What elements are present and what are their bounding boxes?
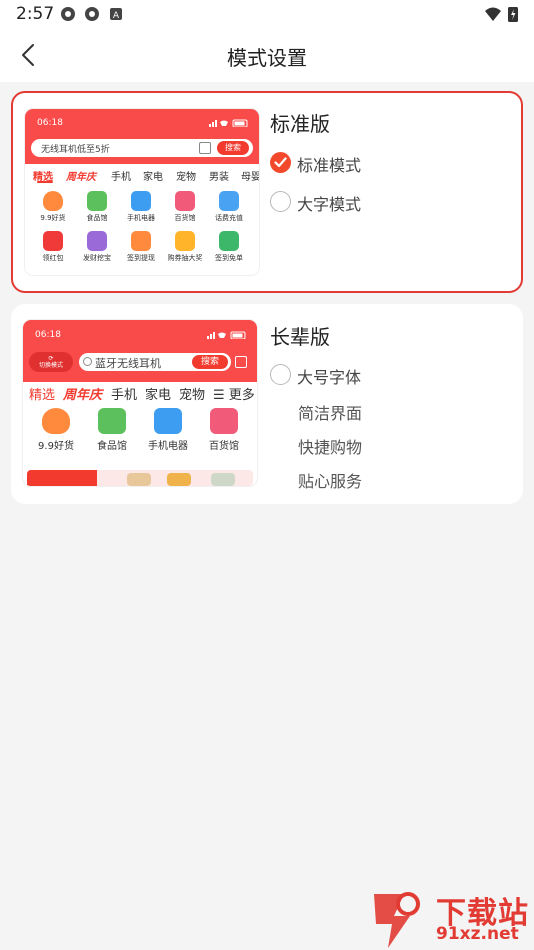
watermark-logo-icon <box>374 892 420 948</box>
signal-battery-icon <box>209 119 248 127</box>
status-time: 2:57 <box>16 4 55 24</box>
elder-feature: 快捷购物 <box>298 438 363 457</box>
preview-tab: 手机 <box>111 172 131 183</box>
checked-radio-icon[interactable] <box>270 152 291 173</box>
preview-grid-item: 百货馆 <box>163 191 207 223</box>
signal-battery-icon <box>207 331 246 339</box>
basket-icon <box>87 191 107 211</box>
preview-grid-item: 9.9好货 <box>31 191 75 223</box>
preview-tab: 周年庆 <box>63 388 103 403</box>
preview-tabs: 精选 周年庆 手机 家电 宠物 男装 母婴 <box>25 165 259 183</box>
preview-search-bar: 无线耳机低至5折 搜索 <box>31 139 253 157</box>
preview-grid-item: 食品馆 <box>75 191 119 223</box>
preview-tab: 手机 <box>111 388 138 403</box>
3c-icon <box>154 408 182 434</box>
recharge-icon <box>219 191 239 211</box>
preview-time: 06:18 <box>37 118 63 128</box>
elder-mode-card[interactable]: 06:18 ⟳ 切换模式 蓝牙无线耳机 搜索 精选 周年庆 手机 家电 宠物 ☰… <box>11 304 523 504</box>
preview-banner <box>27 470 253 486</box>
preview-tab: 宠物 <box>179 388 206 403</box>
3c-icon <box>131 191 151 211</box>
preview-search-button: 搜索 <box>217 141 249 155</box>
preview-grid-item: 签到提现 <box>119 231 163 263</box>
elder-preview-image: 06:18 ⟳ 切换模式 蓝牙无线耳机 搜索 精选 周年庆 手机 家电 宠物 ☰… <box>23 320 257 486</box>
refresh-icon: ⟳ <box>48 355 54 362</box>
preview-grid-item: 手机电器 <box>141 408 195 452</box>
preview-tabs: 精选 周年庆 手机 家电 宠物 ☰ 更多 <box>23 382 257 404</box>
preview-grid-item: 购券抽大奖 <box>163 231 207 263</box>
preview-category-grid: 9.9好货 食品馆 手机电器 百货馆 <box>29 408 251 464</box>
elder-feature: 简洁界面 <box>298 404 363 423</box>
preview-tab: 母婴 <box>241 172 259 183</box>
free-icon <box>219 231 239 251</box>
preview-grid-item: 食品馆 <box>85 408 139 452</box>
a-badge-icon: A <box>110 8 122 21</box>
unchecked-radio-icon[interactable] <box>270 364 291 385</box>
scan-icon <box>235 356 247 368</box>
preview-tab: ☰ 更多 <box>213 388 255 403</box>
scan-icon <box>199 142 211 154</box>
checkin-icon <box>131 231 151 251</box>
preview-tab: 周年庆 <box>66 172 96 183</box>
fire-icon <box>43 191 63 211</box>
preview-tab: 家电 <box>145 388 172 403</box>
standard-mode-title: 标准版 <box>270 112 330 136</box>
page-title: 模式设置 <box>227 46 307 70</box>
basket-icon <box>98 408 126 434</box>
switch-mode-badge: ⟳ 切换模式 <box>29 352 73 372</box>
search-icon <box>83 357 92 366</box>
preview-search-placeholder: 无线耳机低至5折 <box>41 145 110 155</box>
wifi-icon <box>485 7 501 21</box>
app-notification-icon <box>85 7 99 21</box>
preview-tab: 精选 <box>29 388 56 403</box>
preview-search-button: 搜索 <box>192 355 228 369</box>
elder-feature: 贴心服务 <box>298 472 363 491</box>
watermark-url: 91xz.net <box>436 924 519 944</box>
preview-time: 06:18 <box>35 330 61 340</box>
preview-grid-item: 签到免单 <box>207 231 251 263</box>
red-packet-icon <box>43 231 63 251</box>
watermark: 下载站 91xz.net <box>364 886 534 950</box>
preview-grid-item: 9.9好货 <box>29 408 83 452</box>
status-bar: 2:57 A <box>0 0 534 28</box>
preview-tab: 男装 <box>209 172 229 183</box>
shovel-icon <box>87 231 107 251</box>
svg-text:A: A <box>113 11 120 21</box>
preview-grid-item: 发财挖宝 <box>75 231 119 263</box>
coupon-icon <box>175 231 195 251</box>
preview-grid-item: 领红包 <box>31 231 75 263</box>
unchecked-radio-icon[interactable] <box>270 191 291 212</box>
app-notification-icon <box>61 7 75 21</box>
gift-icon <box>210 408 238 434</box>
preview-tab: 家电 <box>143 172 163 183</box>
preview-category-grid: 9.9好货 食品馆 手机电器 百货馆 话费充值 领红包 发财挖宝 签到提现 购券… <box>31 187 253 273</box>
app-bar: 模式设置 <box>0 28 534 82</box>
big-font-option-label: 大号字体 <box>297 368 362 387</box>
gift-icon <box>175 191 195 211</box>
battery-charging-icon <box>508 7 518 22</box>
preview-grid-item: 话费充值 <box>207 191 251 223</box>
preview-search-placeholder: 蓝牙无线耳机 <box>95 357 161 370</box>
preview-tab: 宠物 <box>176 172 196 183</box>
fire-icon <box>42 408 70 434</box>
elder-mode-title: 长辈版 <box>270 325 330 349</box>
standard-mode-option-label: 标准模式 <box>297 156 362 175</box>
standard-mode-card[interactable]: 06:18 无线耳机低至5折 搜索 精选 周年庆 手机 家电 宠物 男装 母婴 … <box>11 91 523 293</box>
preview-search-bar: 蓝牙无线耳机 搜索 <box>79 353 231 371</box>
preview-grid-item: 百货馆 <box>197 408 251 452</box>
standard-preview-image: 06:18 无线耳机低至5折 搜索 精选 周年庆 手机 家电 宠物 男装 母婴 … <box>25 109 259 275</box>
preview-grid-item: 手机电器 <box>119 191 163 223</box>
large-font-mode-option-label: 大字模式 <box>297 195 362 214</box>
